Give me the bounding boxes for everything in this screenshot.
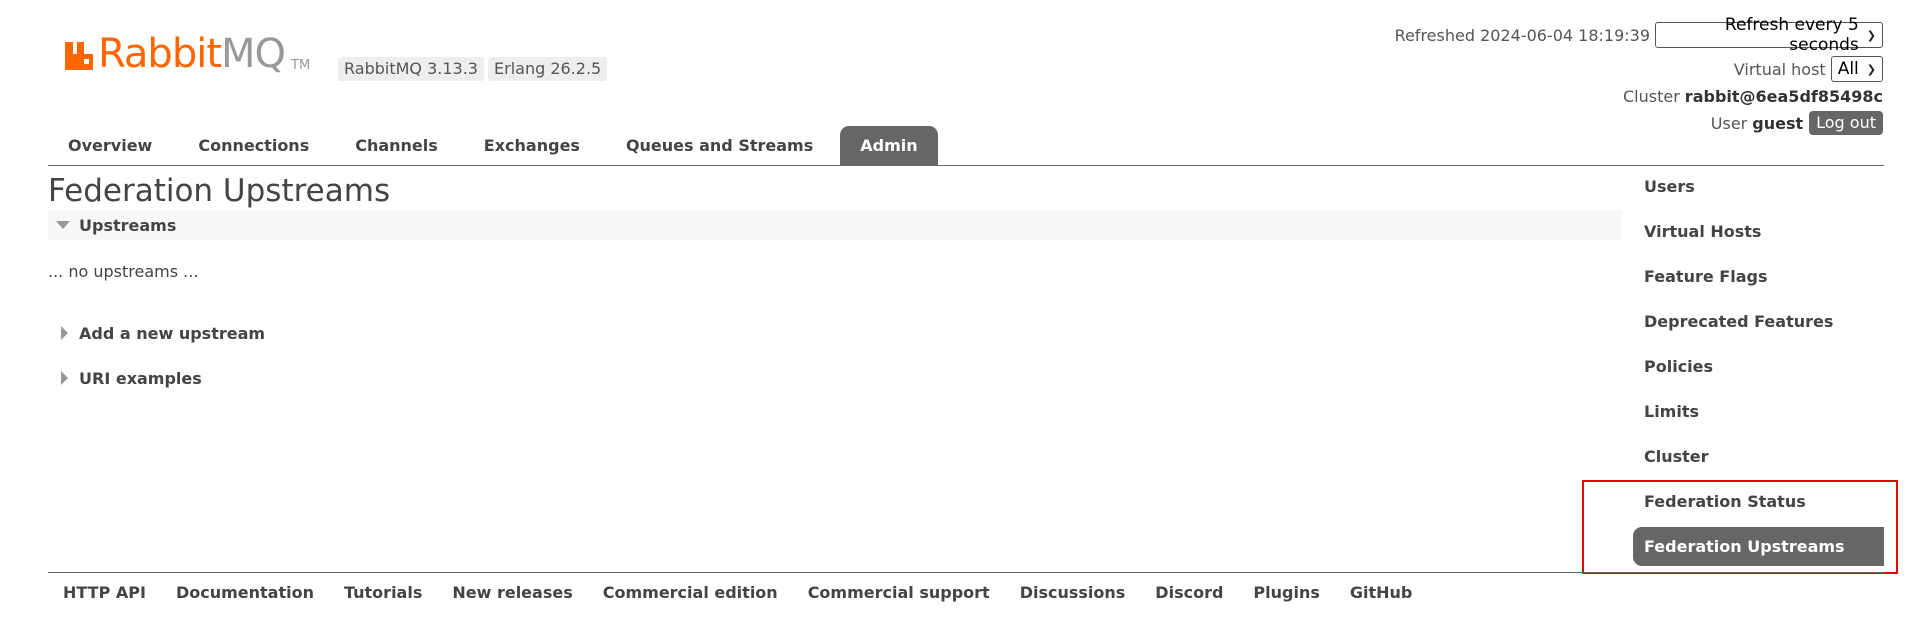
logo-trademark: TM [291,58,311,73]
footer-link-new-releases[interactable]: New releases [437,583,587,602]
refresh-interval-value: Refresh every 5 seconds [1724,15,1859,55]
upstreams-section-title: Upstreams [79,215,177,235]
rabbitmq-management-page: Rabbit MQ TM RabbitMQ 3.13.3 Erlang 26.2… [0,0,1920,634]
tab-channels[interactable]: Channels [332,126,461,165]
logo-text-mq: MQ [221,31,286,77]
admin-menu-cluster[interactable]: Cluster [1633,437,1884,476]
logout-button[interactable]: Log out [1809,111,1883,135]
rabbitmq-version-badge: RabbitMQ 3.13.3 [338,57,484,81]
rabbitmq-logo-icon [65,42,93,70]
refreshed-timestamp: Refreshed 2024-06-04 18:19:39 [1394,25,1650,45]
footer-link-github[interactable]: GitHub [1335,583,1428,602]
footer-link-discussions[interactable]: Discussions [1005,583,1141,602]
admin-menu-federation-status[interactable]: Federation Status [1633,482,1884,521]
admin-menu-feature-flags[interactable]: Feature Flags [1633,257,1884,296]
admin-menu-policies[interactable]: Policies [1633,347,1884,386]
admin-menu-federation-upstreams[interactable]: Federation Upstreams [1633,527,1884,566]
footer-link-plugins[interactable]: Plugins [1238,583,1334,602]
footer-link-documentation[interactable]: Documentation [161,583,329,602]
tab-queues-and-streams[interactable]: Queues and Streams [603,126,836,165]
tab-overview[interactable]: Overview [48,126,175,165]
main-navigation-tabs: Overview Connections Channels Exchanges … [48,126,938,165]
cluster-label: Cluster [1623,86,1680,106]
triangle-right-icon [61,326,68,340]
cluster-row: Cluster rabbit@6ea5df85498c [1395,83,1883,109]
no-upstreams-message: ... no upstreams ... [48,262,199,281]
vhost-select-value: All [1837,59,1859,79]
admin-menu-virtual-hosts[interactable]: Virtual Hosts [1633,212,1884,251]
tabs-divider [48,165,1884,166]
footer-link-http-api[interactable]: HTTP API [48,583,161,602]
user-row: User guest Log out [1395,109,1883,137]
logo-text-rabbit: Rabbit [98,31,222,77]
user-label: User [1710,113,1748,133]
footer-link-commercial-support[interactable]: Commercial support [793,583,1005,602]
footer-divider [48,572,1884,573]
admin-menu-deprecated-features[interactable]: Deprecated Features [1633,302,1884,341]
footer-link-commercial-edition[interactable]: Commercial edition [588,583,793,602]
tab-connections[interactable]: Connections [175,126,332,165]
tab-admin[interactable]: Admin [840,126,938,165]
admin-menu-users[interactable]: Users [1633,167,1884,206]
rabbitmq-logo[interactable]: Rabbit MQ TM [63,34,310,74]
triangle-down-icon [56,221,70,229]
chevron-down-icon: ❯ [1866,62,1876,76]
refresh-interval-select[interactable]: Refresh every 5 seconds ❯ [1655,15,1883,55]
footer-link-discord[interactable]: Discord [1140,583,1238,602]
cluster-name: rabbit@6ea5df85498c [1684,86,1883,106]
triangle-right-icon [61,371,68,385]
uri-examples-label: URI examples [79,368,202,388]
add-upstream-label: Add a new upstream [79,323,266,343]
admin-sidebar-menu: Users Virtual Hosts Feature Flags Deprec… [1633,167,1884,572]
vhost-label: Virtual host [1733,59,1826,79]
uri-examples-toggle[interactable]: URI examples [48,366,202,390]
admin-menu-limits[interactable]: Limits [1633,392,1884,431]
chevron-down-icon: ❯ [1866,28,1876,42]
add-upstream-toggle[interactable]: Add a new upstream [48,321,265,345]
vhost-row: Virtual host All ❯ [1395,55,1883,83]
footer-links: HTTP API Documentation Tutorials New rel… [48,580,1427,604]
upstreams-section-toggle[interactable]: Upstreams [48,210,1622,240]
vhost-select[interactable]: All ❯ [1830,56,1883,82]
header-status-panel: Refreshed 2024-06-04 18:19:39 Refresh ev… [1394,15,1883,137]
tab-exchanges[interactable]: Exchanges [461,126,603,165]
erlang-version-badge: Erlang 26.2.5 [488,57,608,81]
refresh-row: Refreshed 2024-06-04 18:19:39 Refresh ev… [1394,15,1883,55]
footer-link-tutorials[interactable]: Tutorials [329,583,437,602]
user-name: guest [1752,113,1804,133]
page-title: Federation Upstreams [48,173,391,209]
